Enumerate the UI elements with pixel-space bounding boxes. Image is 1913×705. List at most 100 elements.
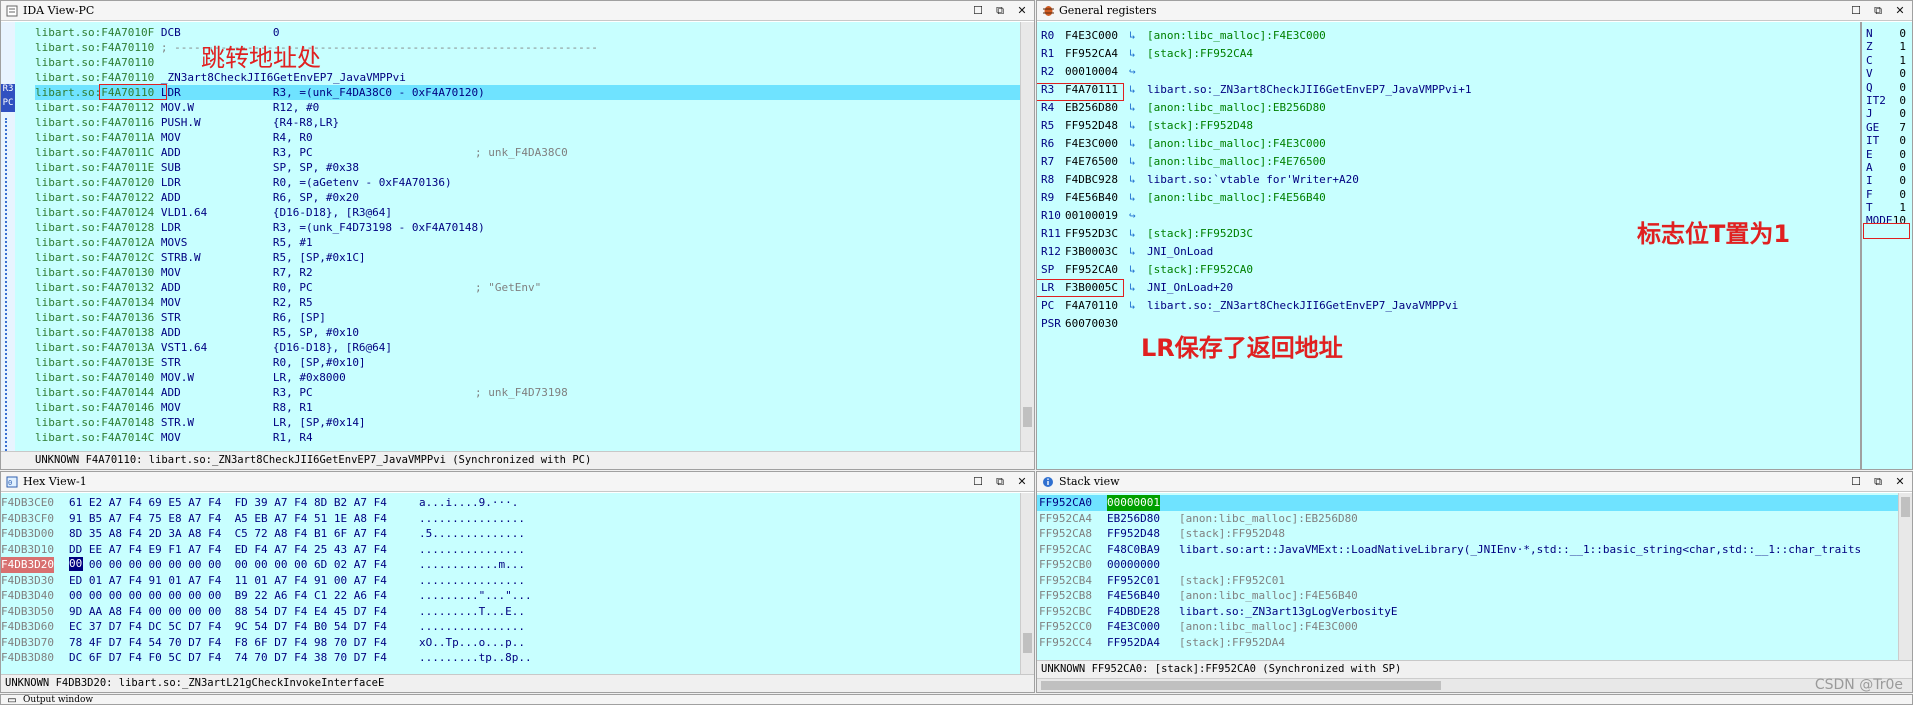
hex-content[interactable]: F4DB3CE0 61 E2 A7 F4 69 E5 A7 F4 FD 39 A7… xyxy=(1,493,1020,674)
hex-row[interactable]: F4DB3D30 ED 01 A7 F4 91 01 A7 F4 11 01 A7… xyxy=(1,573,1020,589)
disasm-line[interactable]: libart.so:F4A7013A VST1.64 {D16-D18}, [R6… xyxy=(35,340,1020,355)
flag-row[interactable]: C1 xyxy=(1866,54,1910,67)
flag-row[interactable]: N0 xyxy=(1866,27,1910,40)
disasm-line[interactable]: libart.so:F4A70146 MOV R8, R1 xyxy=(35,400,1020,415)
disasm-line[interactable]: libart.so:F4A7013E STR R0, [SP,#0x10] xyxy=(35,355,1020,370)
hex-row[interactable]: F4DB3D70 78 4F D7 F4 54 70 D7 F4 F8 6F D7… xyxy=(1,635,1020,651)
stack-row[interactable]: FF952CA8 FF952D48 [stack]:FF952D48 xyxy=(1037,526,1898,542)
disasm-line[interactable]: libart.so:F4A70116 PUSH.W {R4-R8,LR} xyxy=(35,115,1020,130)
stack-row[interactable]: FF952CA4 EB256D80 [anon:libc_malloc]:EB256… xyxy=(1037,511,1898,527)
registers-list[interactable]: R0 F4E3C000 ↳ [anon:libc_malloc]:F4E3C000 R1… xyxy=(1037,22,1860,469)
stack-row[interactable]: FF952CC4 FF952DA4 [stack]:FF952DA4 xyxy=(1037,635,1898,651)
restore-icon[interactable]: ⧉ xyxy=(992,474,1008,490)
maximize-icon[interactable]: ☐ xyxy=(1848,474,1864,490)
hex-row[interactable]: F4DB3D10 DD EE A7 F4 E9 F1 A7 F4 ED F4 A7… xyxy=(1,542,1020,558)
disasm-line[interactable]: libart.so:F4A70110 ; -------------------… xyxy=(35,40,1020,55)
flag-row[interactable]: J0 xyxy=(1866,107,1910,120)
pointer-arrow-icon[interactable]: ↳ xyxy=(1129,81,1136,99)
stack-row[interactable]: FF952CA0 00000001 xyxy=(1037,495,1898,511)
close-icon[interactable]: ✕ xyxy=(1014,474,1030,490)
register-row[interactable]: R2 00010004 ↪ xyxy=(1039,63,1860,81)
register-row[interactable]: R5 FF952D48 ↳ [stack]:FF952D48 xyxy=(1039,117,1860,135)
hex-row[interactable]: F4DB3D00 8D 35 A8 F4 2D 3A A8 F4 C5 72 A8… xyxy=(1,526,1020,542)
ida-disassembly[interactable]: R3 PC libart.so:F4A7010F DCB 0 libart.so:F… xyxy=(1,22,1020,451)
register-row[interactable]: R3 F4A70111 ↳ libart.so:_ZN3art8CheckJII6Ge… xyxy=(1039,81,1860,99)
pointer-arrow-icon[interactable]: ↳ xyxy=(1129,99,1136,117)
hex-cursor[interactable]: 00 xyxy=(69,557,83,571)
register-row[interactable]: LR F3B0005C ↳ JNI_OnLoad+20 xyxy=(1039,279,1860,297)
pointer-arrow-icon[interactable]: ↳ xyxy=(1129,153,1136,171)
register-row[interactable]: R1 FF952CA4 ↳ [stack]:FF952CA4 xyxy=(1039,45,1860,63)
stack-view-titlebar[interactable]: Stack view ☐ ⧉ ✕ xyxy=(1037,472,1912,492)
restore-icon[interactable]: ⧉ xyxy=(992,3,1008,19)
pointer-arrow-icon[interactable]: ↳ xyxy=(1129,261,1136,279)
maximize-icon[interactable]: ☐ xyxy=(1848,3,1864,19)
flag-row[interactable]: A0 xyxy=(1866,161,1910,174)
flag-row[interactable]: I0 xyxy=(1866,174,1910,187)
register-row[interactable]: SP FF952CA0 ↳ [stack]:FF952CA0 xyxy=(1039,261,1860,279)
flag-row[interactable]: F0 xyxy=(1866,188,1910,201)
flag-row[interactable]: T1 xyxy=(1866,201,1910,214)
maximize-icon[interactable]: ☐ xyxy=(970,474,986,490)
flag-row[interactable]: Z1 xyxy=(1866,40,1910,53)
output-window-titlebar[interactable]: ▭ Output window xyxy=(1,695,1912,704)
disasm-line[interactable]: libart.so:F4A70130 MOV R7, R2 xyxy=(35,265,1020,280)
hex-view-titlebar[interactable]: 0 Hex View-1 ☐ ⧉ ✕ xyxy=(1,472,1034,492)
disasm-line[interactable]: libart.so:F4A70132 ADD R0, PC ; "GetEnv" xyxy=(35,280,1020,295)
hex-row[interactable]: F4DB3D40 00 00 00 00 00 00 00 00 B9 22 A6… xyxy=(1,588,1020,604)
flag-row[interactable]: IT2 0 xyxy=(1866,94,1910,107)
hex-row[interactable]: F4DB3D20 00 00 00 00 00 00 00 00 00 00 00… xyxy=(1,557,1020,573)
restore-icon[interactable]: ⧉ xyxy=(1870,3,1886,19)
register-row[interactable]: R0 F4E3C000 ↳ [anon:libc_malloc]:F4E3C000 xyxy=(1039,27,1860,45)
stack-row[interactable]: FF952CAC F48C0BA9 libart.so:art::JavaVMExt… xyxy=(1037,542,1898,558)
stack-row[interactable]: FF952CB4 FF952C01 [stack]:FF952C01 xyxy=(1037,573,1898,589)
disasm-line[interactable]: libart.so:F4A70124 VLD1.64 {D16-D18}, [R3… xyxy=(35,205,1020,220)
flag-row[interactable]: E0 xyxy=(1866,148,1910,161)
pointer-arrow-icon[interactable]: ↳ xyxy=(1129,171,1136,189)
stack-hscrollbar[interactable] xyxy=(1037,678,1912,692)
disasm-line[interactable]: libart.so:F4A7011A MOV R4, R0 xyxy=(35,130,1020,145)
flag-row[interactable]: V0 xyxy=(1866,67,1910,80)
disasm-line[interactable]: libart.so:F4A7010F DCB 0 xyxy=(35,25,1020,40)
disasm-line[interactable]: libart.so:F4A70136 STR R6, [SP] xyxy=(35,310,1020,325)
disasm-line[interactable]: libart.so:F4A70112 MOV.W R12, #0 xyxy=(35,100,1020,115)
stack-content[interactable]: FF952CA0 00000001 FF952CA4 EB256D80 [anon:li… xyxy=(1037,493,1898,660)
disasm-line[interactable]: libart.so:F4A70144 ADD R3, PC ; unk_F4D731… xyxy=(35,385,1020,400)
register-row[interactable]: R8 F4DBC928 ↳ libart.so:`vtable for'Writer+… xyxy=(1039,171,1860,189)
ida-scrollbar[interactable] xyxy=(1020,22,1034,451)
disasm-line[interactable]: libart.so:F4A70148 STR.W LR, [SP,#0x14] xyxy=(35,415,1020,430)
stack-row[interactable]: FF952CB0 00000000 xyxy=(1037,557,1898,573)
pointer-arrow-icon[interactable]: ↳ xyxy=(1129,27,1136,45)
hex-row[interactable]: F4DB3D80 DC 6F D7 F4 F0 5C D7 F4 74 70 D7… xyxy=(1,650,1020,666)
disasm-line[interactable]: libart.so:F4A7011E SUB SP, SP, #0x38 xyxy=(35,160,1020,175)
stack-row[interactable]: FF952CBC F4DBDE28 libart.so:_ZN3art13gLogV… xyxy=(1037,604,1898,620)
flag-row[interactable]: GE 7 xyxy=(1866,121,1910,134)
hex-row[interactable]: F4DB3D50 9D AA A8 F4 00 00 00 00 88 54 D7… xyxy=(1,604,1020,620)
disasm-line[interactable]: libart.so:F4A7012C STRB.W R5, [SP,#0x1C] xyxy=(35,250,1020,265)
register-row[interactable]: PC F4A70110 ↳ libart.so:_ZN3art8CheckJII6Ge… xyxy=(1039,297,1860,315)
restore-icon[interactable]: ⧉ xyxy=(1870,474,1886,490)
hex-row[interactable]: F4DB3CF0 91 B5 A7 F4 75 E8 A7 F4 A5 EB A7… xyxy=(1,511,1020,527)
disasm-line[interactable]: libart.so:F4A7014C MOV R1, R4 xyxy=(35,430,1020,445)
pointer-arrow-icon[interactable]: ↳ xyxy=(1129,117,1136,135)
close-icon[interactable]: ✕ xyxy=(1014,3,1030,19)
disasm-line[interactable]: libart.so:F4A70110 xyxy=(35,55,1020,70)
ida-view-titlebar[interactable]: IDA View-PC ☐ ⧉ ✕ xyxy=(1,1,1034,21)
hex-row[interactable]: F4DB3CE0 61 E2 A7 F4 69 E5 A7 F4 FD 39 A7… xyxy=(1,495,1020,511)
pointer-arrow-icon[interactable]: ↳ xyxy=(1129,45,1136,63)
disasm-line[interactable]: libart.so:F4A70110 _ZN3art8CheckJII6GetE… xyxy=(35,70,1020,85)
disasm-line[interactable]: libart.so:F4A7011C ADD R3, PC ; unk_F4DA38… xyxy=(35,145,1020,160)
stack-scrollbar[interactable] xyxy=(1898,493,1912,660)
pointer-arrow-icon[interactable]: ↳ xyxy=(1129,189,1136,207)
disasm-line[interactable]: libart.so:F4A70140 MOV.W LR, #0x8000 xyxy=(35,370,1020,385)
pointer-arrow-icon[interactable]: ↳ xyxy=(1129,297,1136,315)
disasm-line[interactable]: libart.so:F4A7012A MOVS R5, #1 xyxy=(35,235,1020,250)
register-row[interactable]: R4 EB256D80 ↳ [anon:libc_malloc]:EB256D80 xyxy=(1039,99,1860,117)
maximize-icon[interactable]: ☐ xyxy=(970,3,986,19)
registers-titlebar[interactable]: General registers ☐ ⧉ ✕ xyxy=(1037,1,1912,21)
pointer-arrow-icon[interactable]: ↳ xyxy=(1129,225,1136,243)
hex-scrollbar[interactable] xyxy=(1020,493,1034,674)
disasm-line[interactable]: libart.so:F4A70128 LDR R3, =(unk_F4D73198… xyxy=(35,220,1020,235)
stack-row[interactable]: FF952CB8 F4E56B40 [anon:libc_malloc]:F4E56… xyxy=(1037,588,1898,604)
pointer-arrow-icon[interactable]: ↳ xyxy=(1129,135,1136,153)
